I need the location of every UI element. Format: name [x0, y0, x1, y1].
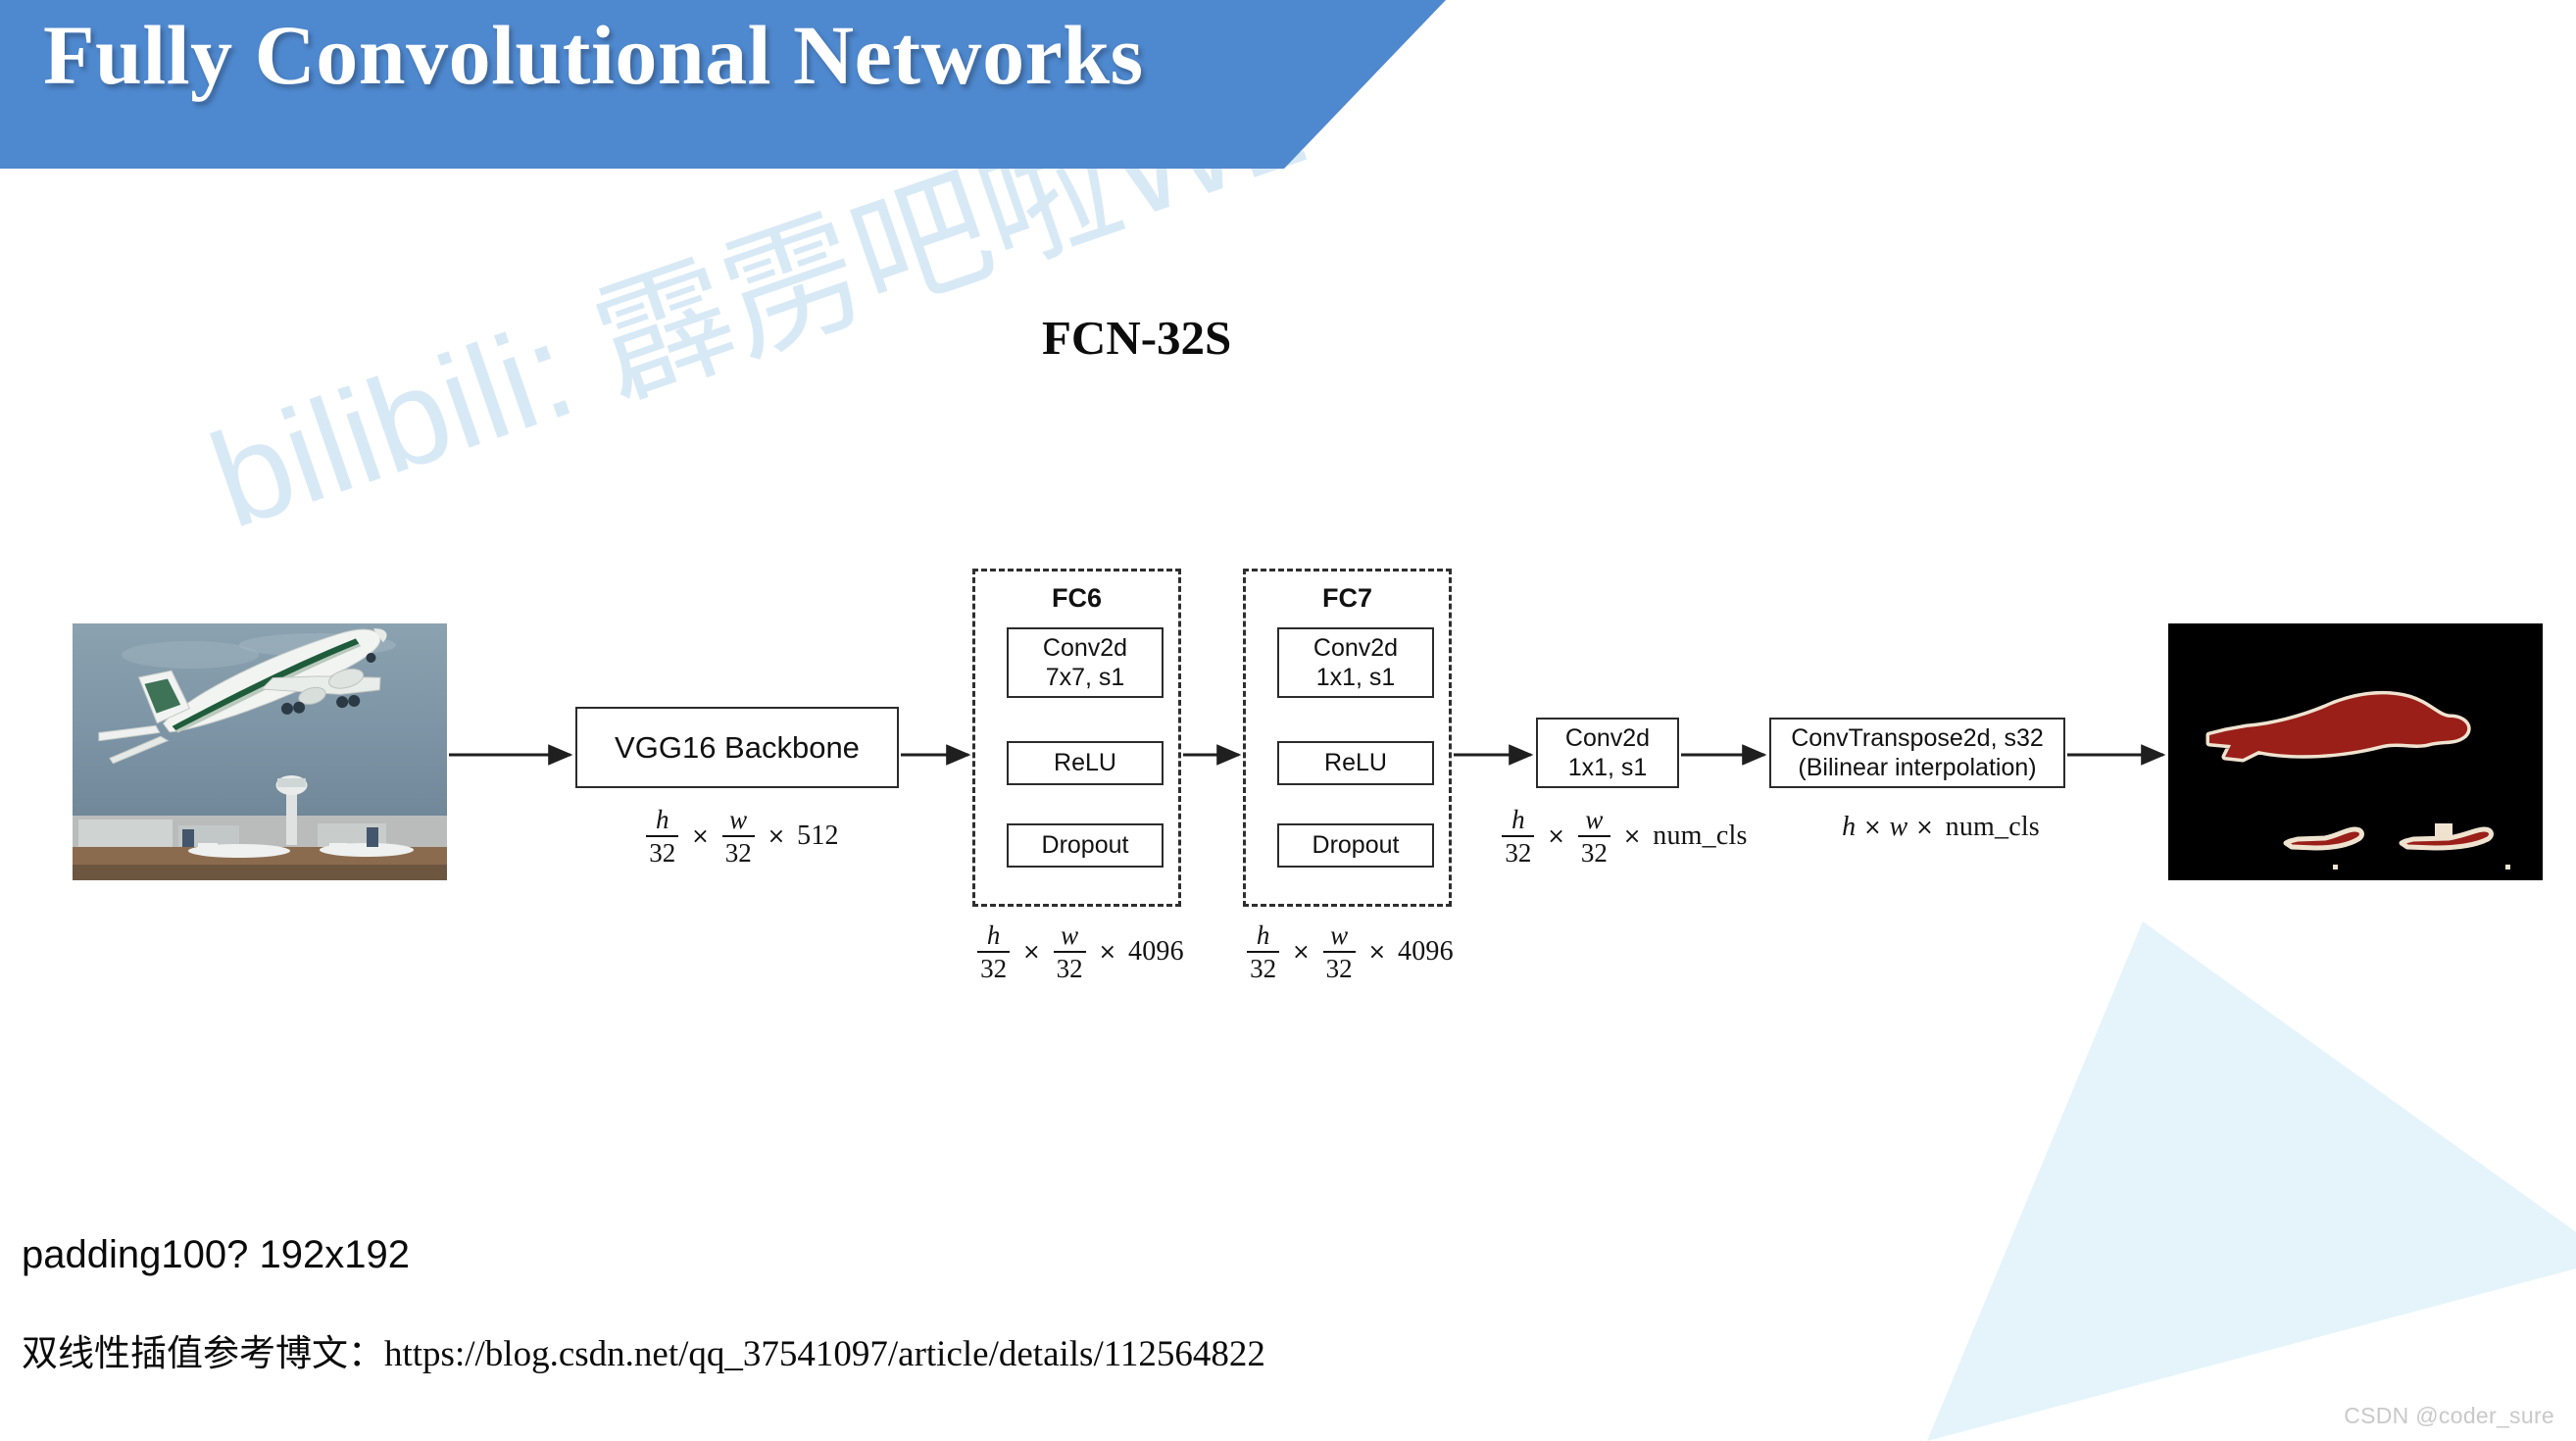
- times-symbol-5: ×: [1292, 939, 1311, 965]
- fc6-dropout-block[interactable]: Dropout: [1007, 823, 1164, 868]
- score-shape-w-num: w: [1585, 805, 1604, 834]
- vgg-shape-h-num: h: [656, 805, 669, 834]
- fc7-relu-block[interactable]: ReLU: [1277, 741, 1434, 785]
- score-conv-line2: 1x1, s1: [1567, 754, 1648, 781]
- times-symbol-2: ×: [767, 823, 786, 849]
- fc6-shape-w-num: w: [1061, 920, 1079, 950]
- fc6-group-label: FC6: [1051, 583, 1102, 613]
- csdn-watermark: CSDN @coder_sure: [2344, 1403, 2554, 1428]
- vgg-output-shape-label: h 32 × w 32 × 512: [598, 806, 882, 868]
- vgg-shape-h-den: 32: [649, 838, 676, 869]
- score-shape-h-den: 32: [1505, 838, 1532, 869]
- score-conv2d-block[interactable]: Conv2d 1x1, s1: [1536, 718, 1679, 788]
- score-output-shape-label: h 32 × w 32 × num_cls: [1480, 806, 1764, 868]
- times-symbol-4: ×: [1098, 939, 1117, 965]
- slide-canvas: bilibili: 霹雳吧啦Wz Fully Convolutional Net…: [0, 0, 2576, 1441]
- output-segmentation-image: [2168, 623, 2543, 880]
- reference-note: 双线性插值参考博文：https://blog.csdn.net/qq_37541…: [22, 1334, 1265, 1374]
- convtranspose2d-block[interactable]: ConvTranspose2d, s32 (Bilinear interpola…: [1769, 718, 2065, 788]
- times-symbol-8: ×: [1622, 823, 1642, 849]
- vgg16-backbone-block[interactable]: VGG16 Backbone: [575, 707, 899, 788]
- up-shape-h: h: [1842, 812, 1857, 842]
- fc6-shape-h-num: h: [986, 920, 1001, 950]
- up-shape-channels: num_cls: [1945, 812, 2040, 842]
- times-symbol-10: ×: [1915, 815, 1934, 840]
- upsample-line2: (Bilinear interpolation): [1798, 754, 2037, 781]
- score-conv-line1: Conv2d: [1564, 723, 1651, 752]
- times-symbol-7: ×: [1547, 823, 1565, 849]
- vgg-shape-channels: 512: [797, 820, 839, 852]
- fc7-shape-channels: 4096: [1398, 936, 1454, 968]
- score-shape-w-den: 32: [1580, 838, 1608, 869]
- fc7-shape-w-den: 32: [1325, 954, 1353, 984]
- input-image: [73, 623, 447, 880]
- fc6-shape-h-den: 32: [980, 954, 1008, 984]
- fc6-conv-line1: Conv2d: [1042, 633, 1128, 662]
- fc6-conv-line2: 7x7, s1: [1045, 664, 1125, 691]
- score-shape-channels: num_cls: [1653, 820, 1748, 852]
- times-symbol-6: ×: [1367, 939, 1387, 965]
- score-shape-h-num: h: [1511, 805, 1525, 834]
- fc6-shape-w-den: 32: [1056, 954, 1083, 984]
- section-heading: FCN-32S: [1042, 311, 1232, 365]
- fc7-shape-w-num: w: [1330, 920, 1349, 950]
- upsample-output-shape-label: h × w × num_cls: [1799, 812, 2083, 843]
- padding-note: padding100? 192x192: [22, 1233, 410, 1276]
- fc7-output-shape-label: h 32 × w 32 × 4096: [1206, 921, 1490, 983]
- times-symbol-9: ×: [1863, 815, 1882, 840]
- fc7-conv-line1: Conv2d: [1313, 633, 1399, 662]
- title-banner: Fully Convolutional Networks: [0, 0, 1446, 169]
- fc7-conv2d-block[interactable]: Conv2d 1x1, s1: [1277, 627, 1434, 698]
- page-title: Fully Convolutional Networks: [43, 8, 1144, 102]
- fc7-dropout-block[interactable]: Dropout: [1277, 823, 1434, 868]
- upsample-line1: ConvTranspose2d, s32: [1791, 723, 2044, 752]
- fc6-shape-channels: 4096: [1128, 936, 1184, 968]
- vgg-shape-w-num: w: [729, 805, 748, 834]
- vgg-shape-w-den: 32: [724, 838, 752, 869]
- times-symbol-3: ×: [1022, 939, 1041, 965]
- up-shape-w: w: [1889, 812, 1908, 842]
- fc7-conv-line2: 1x1, s1: [1315, 664, 1396, 691]
- fc7-group-label: FC7: [1321, 583, 1372, 613]
- fc6-relu-block[interactable]: ReLU: [1007, 741, 1164, 785]
- fc6-conv2d-block[interactable]: Conv2d 7x7, s1: [1007, 627, 1164, 698]
- fc6-output-shape-label: h 32 × w 32 × 4096: [936, 921, 1220, 983]
- fcn-architecture-diagram: FC6 FC7 VGG16 Backbone Conv2d 7x7, s1 Re…: [0, 0, 2576, 1439]
- fc7-shape-h-den: 32: [1250, 954, 1277, 984]
- times-symbol-1: ×: [691, 823, 710, 849]
- fc7-shape-h-num: h: [1256, 920, 1270, 950]
